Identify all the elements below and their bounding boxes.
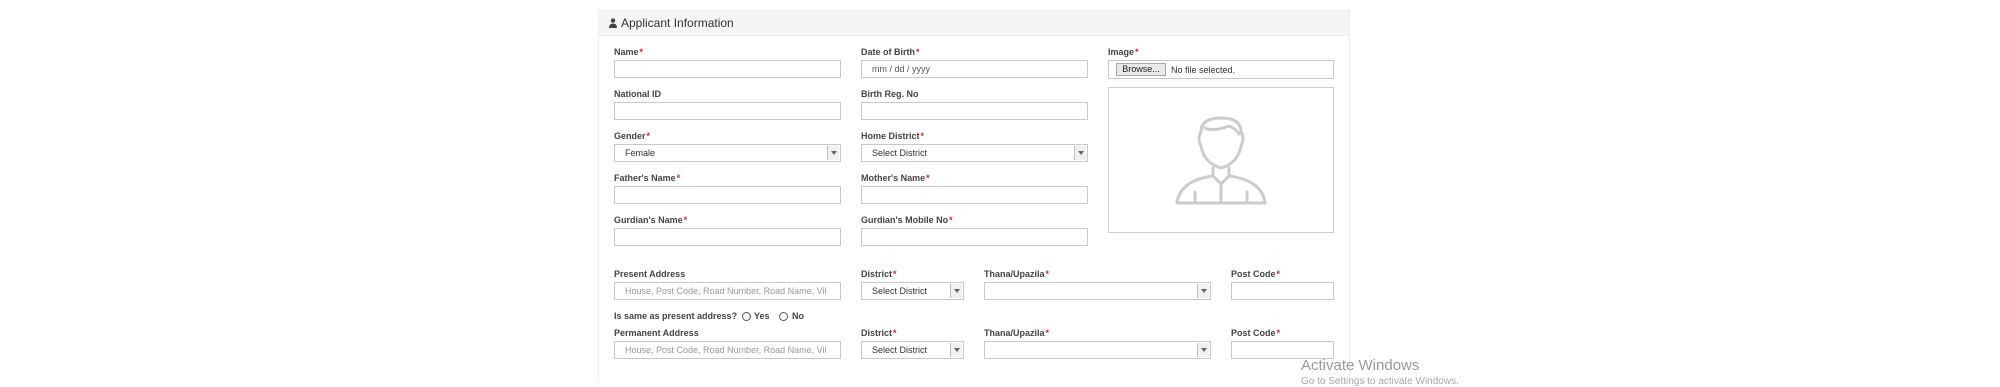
file-status: No file selected.	[1171, 65, 1236, 75]
gender-label: Gender*	[614, 131, 651, 141]
same-address-yes-label: Yes	[754, 311, 770, 321]
permanent-thana-label: Thana/Upazila*	[984, 328, 1050, 338]
present-thana-select[interactable]	[984, 282, 1211, 300]
permanent-district-value: Select District	[872, 345, 928, 355]
name-label: Name*	[614, 47, 644, 57]
guardian-name-label: Gurdian's Name*	[614, 215, 688, 225]
guardian-mobile-input[interactable]	[861, 228, 1088, 246]
same-address-yes-radio[interactable]	[742, 312, 751, 321]
name-input[interactable]	[614, 60, 841, 78]
photo-preview	[1108, 87, 1334, 233]
dob-input[interactable]: mm / dd / yyyy	[861, 60, 1088, 78]
permanent-district-label: District*	[861, 328, 897, 338]
panel-title: Applicant Information	[621, 16, 734, 30]
gender-value: Female	[625, 148, 656, 158]
present-post-code-label: Post Code*	[1231, 269, 1281, 279]
permanent-address-input[interactable]: House, Post Code, Road Number, Road Name…	[614, 341, 841, 359]
present-address-label: Present Address	[614, 269, 686, 279]
present-thana-label: Thana/Upazila*	[984, 269, 1050, 279]
father-name-label: Father's Name*	[614, 173, 681, 183]
browse-button[interactable]: Browse...	[1116, 63, 1166, 76]
national-id-label: National ID	[614, 89, 662, 99]
home-district-value: Select District	[872, 148, 928, 158]
panel-header: Applicant Information	[599, 11, 1349, 36]
permanent-address-label: Permanent Address	[614, 328, 699, 338]
same-address-no-label: No	[792, 311, 804, 321]
chevron-down-icon[interactable]	[950, 284, 962, 298]
present-district-select[interactable]: Select District	[861, 282, 964, 300]
image-label: Image*	[1108, 47, 1139, 57]
home-district-label: Home District*	[861, 131, 925, 141]
present-post-code-input[interactable]	[1231, 282, 1334, 300]
present-district-value: Select District	[872, 286, 928, 296]
chevron-down-icon[interactable]	[1197, 284, 1209, 298]
birth-reg-label: Birth Reg. No	[861, 89, 919, 99]
present-district-label: District*	[861, 269, 897, 279]
chevron-down-icon[interactable]	[950, 343, 962, 357]
guardian-mobile-label: Gurdian's Mobile No*	[861, 215, 953, 225]
dob-label: Date of Birth*	[861, 47, 920, 57]
present-address-input[interactable]: House, Post Code, Road Number, Road Name…	[614, 282, 841, 300]
permanent-district-select[interactable]: Select District	[861, 341, 964, 359]
user-icon	[609, 18, 617, 28]
home-district-select[interactable]: Select District	[861, 144, 1088, 162]
national-id-input[interactable]	[614, 102, 841, 120]
gender-select[interactable]: Female	[614, 144, 841, 162]
mother-name-input[interactable]	[861, 186, 1088, 204]
chevron-down-icon[interactable]	[1197, 343, 1209, 357]
activation-watermark-title: Activate Windows	[1301, 357, 1420, 374]
birth-reg-input[interactable]	[861, 102, 1088, 120]
chevron-down-icon[interactable]	[1074, 146, 1086, 160]
same-address-no-radio[interactable]	[779, 312, 788, 321]
mother-name-label: Mother's Name*	[861, 173, 930, 183]
chevron-down-icon[interactable]	[827, 146, 839, 160]
image-file-input[interactable]: Browse... No file selected.	[1108, 60, 1334, 79]
guardian-name-input[interactable]	[614, 228, 841, 246]
same-address-question: Is same as present address?	[614, 311, 738, 321]
permanent-post-code-label: Post Code*	[1231, 328, 1281, 338]
permanent-thana-select[interactable]	[984, 341, 1211, 359]
activation-watermark-subtitle: Go to Settings to activate Windows.	[1301, 376, 1459, 387]
father-name-input[interactable]	[614, 186, 841, 204]
avatar-placeholder-icon	[1175, 116, 1267, 205]
